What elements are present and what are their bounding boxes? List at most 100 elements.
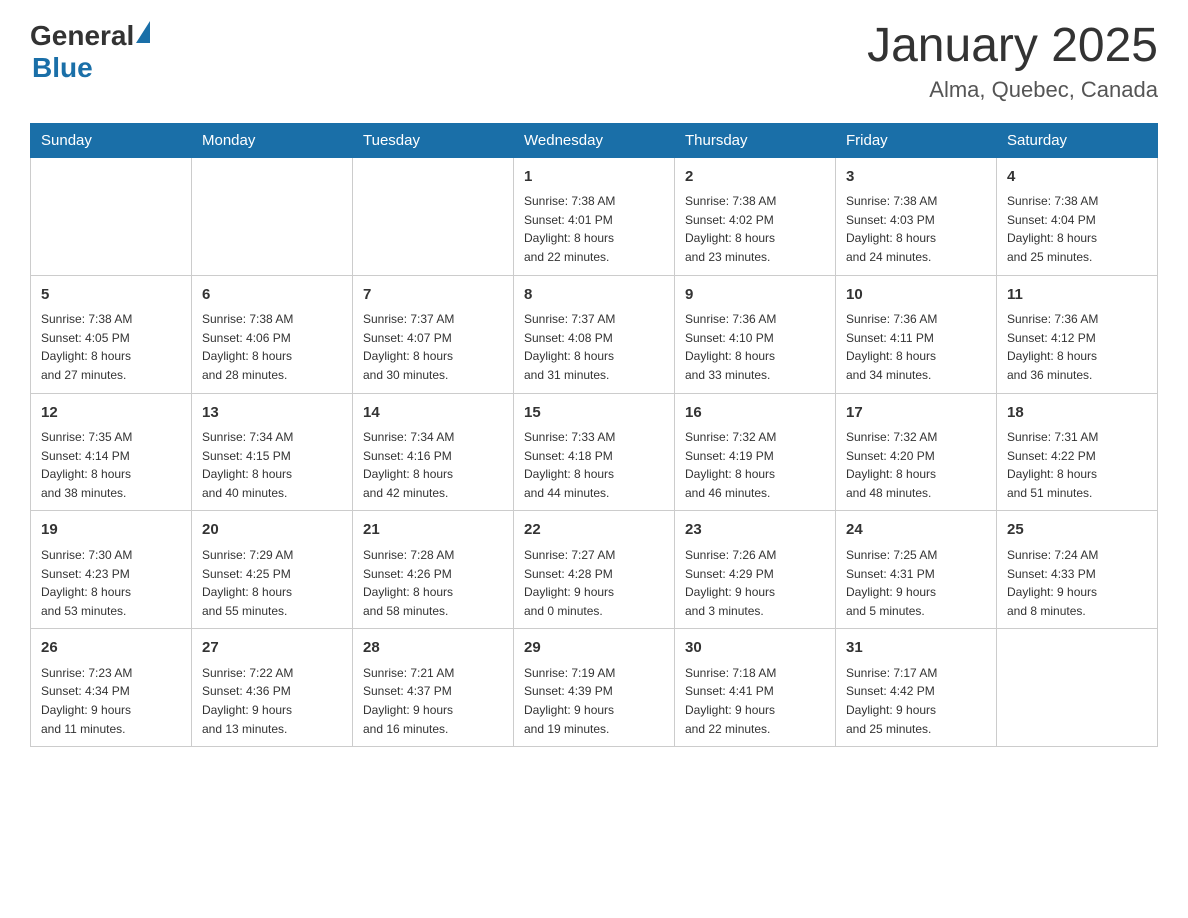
day-info: Sunrise: 7:38 AM Sunset: 4:04 PM Dayligh… — [1007, 192, 1147, 266]
day-info: Sunrise: 7:23 AM Sunset: 4:34 PM Dayligh… — [41, 664, 181, 738]
day-cell: 30 Sunrise: 7:18 AM Sunset: 4:41 PM Dayli… — [675, 629, 836, 747]
day-info: Sunrise: 7:32 AM Sunset: 4:20 PM Dayligh… — [846, 428, 986, 502]
day-number: 15 — [524, 402, 664, 425]
day-cell: 9 Sunrise: 7:36 AM Sunset: 4:10 PM Daylig… — [675, 275, 836, 393]
day-cell — [997, 629, 1158, 747]
day-cell: 23 Sunrise: 7:26 AM Sunset: 4:29 PM Dayli… — [675, 511, 836, 629]
day-info: Sunrise: 7:28 AM Sunset: 4:26 PM Dayligh… — [363, 546, 503, 620]
day-info: Sunrise: 7:24 AM Sunset: 4:33 PM Dayligh… — [1007, 546, 1147, 620]
column-header-sunday: Sunday — [31, 123, 192, 157]
day-number: 30 — [685, 637, 825, 660]
day-number: 19 — [41, 519, 181, 542]
day-info: Sunrise: 7:30 AM Sunset: 4:23 PM Dayligh… — [41, 546, 181, 620]
calendar-title: January 2025 — [867, 20, 1158, 73]
day-cell: 27 Sunrise: 7:22 AM Sunset: 4:36 PM Dayli… — [192, 629, 353, 747]
day-number: 20 — [202, 519, 342, 542]
logo-triangle-icon — [136, 21, 150, 43]
column-header-monday: Monday — [192, 123, 353, 157]
day-info: Sunrise: 7:36 AM Sunset: 4:12 PM Dayligh… — [1007, 310, 1147, 384]
day-info: Sunrise: 7:38 AM Sunset: 4:03 PM Dayligh… — [846, 192, 986, 266]
day-info: Sunrise: 7:31 AM Sunset: 4:22 PM Dayligh… — [1007, 428, 1147, 502]
day-number: 18 — [1007, 402, 1147, 425]
week-row-4: 19 Sunrise: 7:30 AM Sunset: 4:23 PM Dayli… — [31, 511, 1158, 629]
day-number: 8 — [524, 284, 664, 307]
day-info: Sunrise: 7:27 AM Sunset: 4:28 PM Dayligh… — [524, 546, 664, 620]
day-info: Sunrise: 7:19 AM Sunset: 4:39 PM Dayligh… — [524, 664, 664, 738]
day-cell: 22 Sunrise: 7:27 AM Sunset: 4:28 PM Dayli… — [514, 511, 675, 629]
day-cell: 31Sunrise: 7:17 AM Sunset: 4:42 PM Dayli… — [836, 629, 997, 747]
day-number: 2 — [685, 166, 825, 189]
day-cell: 28Sunrise: 7:21 AM Sunset: 4:37 PM Dayli… — [353, 629, 514, 747]
day-cell: 6Sunrise: 7:38 AM Sunset: 4:06 PM Daylig… — [192, 275, 353, 393]
day-info: Sunrise: 7:36 AM Sunset: 4:11 PM Dayligh… — [846, 310, 986, 384]
calendar-table: SundayMondayTuesdayWednesdayThursdayFrid… — [30, 123, 1158, 747]
day-info: Sunrise: 7:38 AM Sunset: 4:01 PM Dayligh… — [524, 192, 664, 266]
logo-blue-text: Blue — [32, 52, 93, 83]
day-number: 3 — [846, 166, 986, 189]
day-number: 21 — [363, 519, 503, 542]
day-info: Sunrise: 7:18 AM Sunset: 4:41 PM Dayligh… — [685, 664, 825, 738]
day-cell: 2 Sunrise: 7:38 AM Sunset: 4:02 PM Daylig… — [675, 157, 836, 275]
column-header-saturday: Saturday — [997, 123, 1158, 157]
day-cell — [192, 157, 353, 275]
day-number: 4 — [1007, 166, 1147, 189]
day-number: 13 — [202, 402, 342, 425]
day-number: 5 — [41, 284, 181, 307]
column-header-thursday: Thursday — [675, 123, 836, 157]
day-cell: 3 Sunrise: 7:38 AM Sunset: 4:03 PM Daylig… — [836, 157, 997, 275]
page-header: General Blue January 2025 Alma, Quebec, … — [30, 20, 1158, 103]
day-cell: 13 Sunrise: 7:34 AM Sunset: 4:15 PM Dayli… — [192, 393, 353, 511]
day-info: Sunrise: 7:25 AM Sunset: 4:31 PM Dayligh… — [846, 546, 986, 620]
day-info: Sunrise: 7:37 AM Sunset: 4:08 PM Dayligh… — [524, 310, 664, 384]
calendar-subtitle: Alma, Quebec, Canada — [867, 77, 1158, 103]
day-info: Sunrise: 7:32 AM Sunset: 4:19 PM Dayligh… — [685, 428, 825, 502]
logo-general-text: General — [30, 20, 134, 52]
day-number: 25 — [1007, 519, 1147, 542]
day-info: Sunrise: 7:22 AM Sunset: 4:36 PM Dayligh… — [202, 664, 342, 738]
day-number: 22 — [524, 519, 664, 542]
day-info: Sunrise: 7:21 AM Sunset: 4:37 PM Dayligh… — [363, 664, 503, 738]
day-number: 26 — [41, 637, 181, 660]
day-cell: 10 Sunrise: 7:36 AM Sunset: 4:11 PM Dayli… — [836, 275, 997, 393]
column-header-friday: Friday — [836, 123, 997, 157]
day-info: Sunrise: 7:34 AM Sunset: 4:15 PM Dayligh… — [202, 428, 342, 502]
day-cell: 4 Sunrise: 7:38 AM Sunset: 4:04 PM Daylig… — [997, 157, 1158, 275]
logo: General Blue — [30, 20, 150, 84]
day-info: Sunrise: 7:37 AM Sunset: 4:07 PM Dayligh… — [363, 310, 503, 384]
day-info: Sunrise: 7:36 AM Sunset: 4:10 PM Dayligh… — [685, 310, 825, 384]
day-cell — [353, 157, 514, 275]
day-number: 14 — [363, 402, 503, 425]
day-number: 29 — [524, 637, 664, 660]
day-number: 24 — [846, 519, 986, 542]
day-info: Sunrise: 7:26 AM Sunset: 4:29 PM Dayligh… — [685, 546, 825, 620]
day-info: Sunrise: 7:29 AM Sunset: 4:25 PM Dayligh… — [202, 546, 342, 620]
day-cell: 1Sunrise: 7:38 AM Sunset: 4:01 PM Daylig… — [514, 157, 675, 275]
week-row-2: 5 Sunrise: 7:38 AM Sunset: 4:05 PM Daylig… — [31, 275, 1158, 393]
header-row: SundayMondayTuesdayWednesdayThursdayFrid… — [31, 123, 1158, 157]
day-cell: 20 Sunrise: 7:29 AM Sunset: 4:25 PM Dayli… — [192, 511, 353, 629]
day-number: 23 — [685, 519, 825, 542]
day-number: 11 — [1007, 284, 1147, 307]
day-cell: 15 Sunrise: 7:33 AM Sunset: 4:18 PM Dayli… — [514, 393, 675, 511]
day-info: Sunrise: 7:38 AM Sunset: 4:05 PM Dayligh… — [41, 310, 181, 384]
day-cell: 16 Sunrise: 7:32 AM Sunset: 4:19 PM Dayli… — [675, 393, 836, 511]
day-number: 17 — [846, 402, 986, 425]
day-cell: 26 Sunrise: 7:23 AM Sunset: 4:34 PM Dayli… — [31, 629, 192, 747]
day-number: 16 — [685, 402, 825, 425]
day-cell: 14 Sunrise: 7:34 AM Sunset: 4:16 PM Dayli… — [353, 393, 514, 511]
day-info: Sunrise: 7:34 AM Sunset: 4:16 PM Dayligh… — [363, 428, 503, 502]
day-cell: 25 Sunrise: 7:24 AM Sunset: 4:33 PM Dayli… — [997, 511, 1158, 629]
day-info: Sunrise: 7:38 AM Sunset: 4:02 PM Dayligh… — [685, 192, 825, 266]
week-row-5: 26 Sunrise: 7:23 AM Sunset: 4:34 PM Dayli… — [31, 629, 1158, 747]
day-number: 27 — [202, 637, 342, 660]
day-info: Sunrise: 7:33 AM Sunset: 4:18 PM Dayligh… — [524, 428, 664, 502]
day-cell — [31, 157, 192, 275]
week-row-3: 12Sunrise: 7:35 AM Sunset: 4:14 PM Dayli… — [31, 393, 1158, 511]
day-cell: 5 Sunrise: 7:38 AM Sunset: 4:05 PM Daylig… — [31, 275, 192, 393]
day-number: 9 — [685, 284, 825, 307]
title-area: January 2025 Alma, Quebec, Canada — [867, 20, 1158, 103]
day-cell: 7Sunrise: 7:37 AM Sunset: 4:07 PM Daylig… — [353, 275, 514, 393]
day-info: Sunrise: 7:35 AM Sunset: 4:14 PM Dayligh… — [41, 428, 181, 502]
day-number: 10 — [846, 284, 986, 307]
day-number: 6 — [202, 284, 342, 307]
